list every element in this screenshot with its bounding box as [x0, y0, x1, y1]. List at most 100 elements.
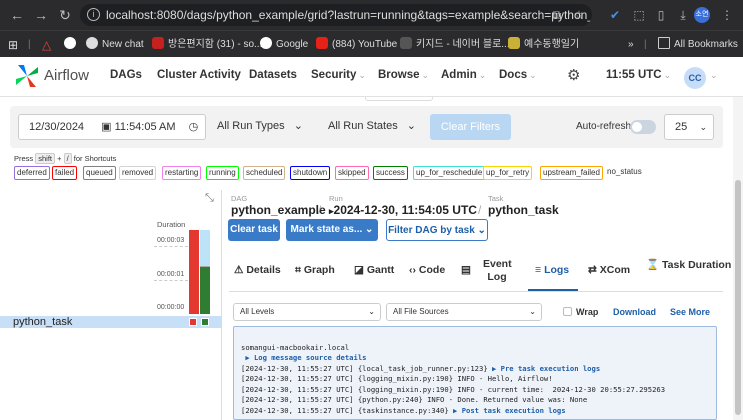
airflow-pinwheel-icon[interactable]: [14, 63, 40, 89]
state-chip-skipped[interactable]: skipped: [335, 166, 369, 180]
menu-icon[interactable]: ⋮: [718, 6, 736, 24]
reload-icon[interactable]: ↻: [56, 6, 74, 24]
clear-task-button[interactable]: Clear task: [228, 219, 280, 241]
run-duration-bar[interactable]: [189, 230, 199, 314]
scrollbar-thumb[interactable]: [735, 180, 741, 415]
task-name[interactable]: python_task: [13, 316, 72, 328]
log-group-toggle[interactable]: ▶ Pre task execution logs: [492, 364, 600, 373]
breadcrumb-separator: /: [318, 203, 322, 217]
collapse-tab[interactable]: [365, 97, 433, 101]
see-more-link[interactable]: See More: [670, 307, 710, 317]
log-group-toggle[interactable]: ▶ Post task execution logs: [453, 406, 566, 415]
state-chip-queued[interactable]: queued: [83, 166, 116, 180]
clear-filters-button[interactable]: Clear Filters: [430, 114, 511, 140]
breadcrumb-task[interactable]: python_task: [488, 203, 559, 217]
execution-date-input[interactable]: 12/30/2024 ▣ 11:54:05 AM ◷: [18, 114, 206, 140]
state-chip-running[interactable]: running: [206, 166, 239, 180]
nav-datasets[interactable]: Datasets: [249, 69, 297, 81]
log-line-text: [2024-12-30, 11:55:27 UTC] {logging_mixi…: [241, 374, 553, 383]
state-chip-deferred[interactable]: deferred: [14, 166, 50, 180]
task-label: Task: [488, 194, 504, 203]
bookmark-home-icon[interactable]: △: [42, 37, 51, 53]
run-duration-bar[interactable]: [200, 266, 210, 314]
log-source-select[interactable]: All File Sources ⌄: [386, 303, 542, 321]
nav-dags[interactable]: DAGs: [110, 69, 142, 81]
state-chip-shutdown[interactable]: shutdown: [290, 166, 331, 180]
log-line[interactable]: ▶ Log message source details: [241, 353, 709, 364]
run-states-select[interactable]: All Run States ⌄: [318, 114, 422, 140]
state-chip-restarting[interactable]: restarting: [162, 166, 202, 180]
log-level-select[interactable]: All Levels ⌄: [233, 303, 381, 321]
bookmark-new-chat[interactable]: New chat: [86, 37, 144, 53]
log-line-text: [2024-12-30, 11:55:27 UTC] {local_task_j…: [241, 363, 492, 373]
mark-state-button[interactable]: Mark state as... ⌄: [286, 219, 378, 241]
tab-details[interactable]: ⚠ Details: [234, 264, 281, 276]
nav-cluster-activity[interactable]: Cluster Activity: [157, 69, 241, 81]
state-chip-removed[interactable]: removed: [119, 166, 157, 180]
run-count-select[interactable]: 25 ⌄: [664, 114, 714, 140]
tab-code[interactable]: ‹› Code: [409, 264, 445, 276]
state-chip-up-for-retry[interactable]: up_for_retry: [483, 166, 533, 180]
nav-security[interactable]: Security ⌄: [311, 69, 366, 81]
state-chip-up-for-reschedule[interactable]: up_for_reschedule: [413, 166, 486, 180]
back-icon[interactable]: ←: [8, 6, 26, 24]
event-log-icon: ▤: [461, 264, 471, 276]
user-avatar[interactable]: CC: [684, 67, 706, 89]
kbd-shift: shift: [35, 153, 56, 164]
address-bar[interactable]: i localhost:8080/dags/python_example/gri…: [80, 4, 592, 26]
bookmark-mail[interactable]: 방은편지함 (31) - so...: [152, 37, 262, 53]
all-bookmarks[interactable]: All Bookmarks: [658, 37, 738, 53]
tab-graph[interactable]: ⌗ Graph: [295, 264, 335, 277]
state-chip-failed[interactable]: failed: [52, 166, 78, 180]
apps-icon[interactable]: ⊞: [8, 37, 18, 53]
nav-time[interactable]: 11:55 UTC ⌄: [606, 69, 671, 81]
task-instance-cell[interactable]: [201, 318, 209, 326]
state-chip-success[interactable]: success: [373, 166, 408, 180]
openai-icon: [86, 37, 98, 49]
bookmark-google-g-icon[interactable]: [64, 37, 80, 53]
chevron-down-icon: ⌄: [365, 224, 374, 235]
browser-chrome: ← → ↻ i localhost:8080/dags/python_examp…: [0, 0, 743, 57]
nav-admin[interactable]: Admin ⌄: [441, 69, 486, 81]
breadcrumb-dag[interactable]: python_example: [231, 203, 326, 217]
log-output: somangui-macbookair.local ▶ Log message …: [233, 326, 717, 420]
expand-icon[interactable]: ⤡: [205, 192, 214, 205]
bookmark-google[interactable]: Google: [260, 37, 308, 53]
forward-icon[interactable]: →: [32, 6, 50, 24]
auto-refresh-toggle[interactable]: [630, 120, 656, 134]
extension-check-icon[interactable]: ✔: [606, 6, 624, 24]
tab-task-duration[interactable]: ⌛ Task Duration: [646, 258, 731, 271]
breadcrumb-run[interactable]: ▸2024-12-30, 11:54:05 UTC: [329, 203, 477, 217]
extensions-icon[interactable]: ⬚: [630, 6, 648, 24]
chevron-down-icon[interactable]: ⌄: [710, 70, 718, 81]
airflow-logo-text[interactable]: Airflow: [44, 67, 89, 84]
bookmark-youtube[interactable]: (884) YouTube: [316, 37, 397, 53]
wrap-checkbox[interactable]: [563, 307, 572, 316]
translate-icon[interactable]: ⧉: [548, 6, 566, 24]
state-chip-upstream-failed[interactable]: upstream_failed: [540, 166, 603, 180]
nav-browse[interactable]: Browse ⌄: [378, 69, 429, 81]
gear-icon[interactable]: ⚙: [567, 66, 580, 84]
tab-gantt[interactable]: ◪ Gantt: [354, 264, 394, 276]
more-bookmarks-icon[interactable]: »: [628, 37, 634, 53]
nav-docs[interactable]: Docs ⌄: [499, 69, 537, 81]
log-line: [2024-12-30, 11:55:27 UTC] {logging_mixi…: [241, 374, 709, 385]
star-icon[interactable]: ☆: [570, 6, 588, 24]
state-chip-no-status[interactable]: no_status: [605, 166, 644, 180]
site-info-icon[interactable]: i: [87, 8, 100, 21]
bookmark-diary[interactable]: 예수동행일기: [508, 37, 579, 53]
run-types-select[interactable]: All Run Types ⌄: [207, 114, 309, 140]
state-chip-scheduled[interactable]: scheduled: [243, 166, 286, 180]
tab-event-log[interactable]: Event Log: [483, 258, 512, 284]
tab-logs[interactable]: ≡ Logs: [535, 264, 569, 276]
sidepanel-icon[interactable]: ▯: [652, 6, 670, 24]
chevron-down-icon: ⌄: [529, 307, 536, 316]
filter-dag-button[interactable]: Filter DAG by task ⌄: [386, 219, 488, 241]
download-icon[interactable]: ⤓: [674, 6, 692, 24]
chevron-down-icon: ⌄: [358, 70, 366, 80]
download-link[interactable]: Download: [613, 307, 656, 317]
bookmark-naver-blog[interactable]: 키지드 - 네이버 블로...: [400, 37, 510, 53]
tab-xcom[interactable]: ⇄ XCom: [588, 264, 630, 276]
profile-avatar[interactable]: 소연: [694, 7, 710, 23]
task-instance-cell[interactable]: [189, 318, 197, 326]
